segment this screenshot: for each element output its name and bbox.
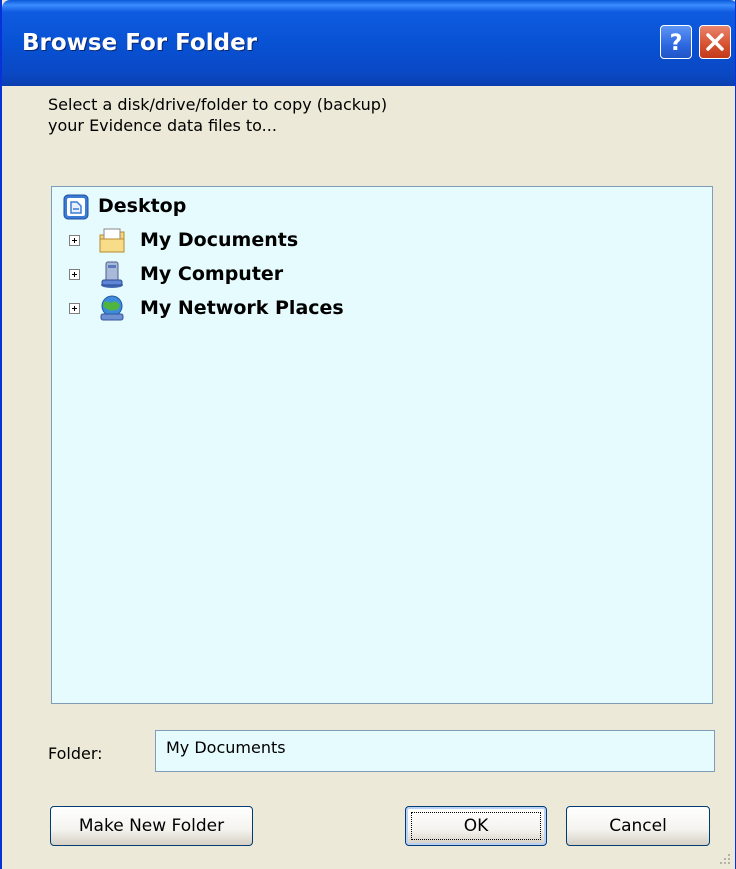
close-icon xyxy=(706,33,724,51)
cancel-label: Cancel xyxy=(609,816,667,836)
focus-ring xyxy=(411,812,541,840)
desktop-icon xyxy=(63,194,89,220)
close-button[interactable] xyxy=(699,25,731,59)
svg-text:?: ? xyxy=(670,31,683,56)
tree-item-my-network-places[interactable]: My Network Places xyxy=(52,293,412,323)
title-bar[interactable]: Browse For Folder ? xyxy=(2,0,735,86)
expand-icon[interactable] xyxy=(69,303,80,314)
question-mark-icon: ? xyxy=(670,31,683,56)
instruction-line-2: your Evidence data files to... xyxy=(48,116,277,135)
network-places-icon xyxy=(100,295,124,321)
folder-tree[interactable]: Desktop My Documents My Computer My Netw… xyxy=(51,186,713,704)
ok-button[interactable]: OK xyxy=(405,806,547,846)
my-documents-icon xyxy=(99,228,125,253)
instruction-line-1: Select a disk/drive/folder to copy (back… xyxy=(48,95,388,114)
tree-item-my-computer[interactable]: My Computer xyxy=(52,259,412,289)
folder-label: Folder: xyxy=(48,744,103,763)
make-new-folder-button[interactable]: Make New Folder xyxy=(50,806,253,846)
resize-grip-icon[interactable] xyxy=(717,851,731,865)
instruction-text: Select a disk/drive/folder to copy (back… xyxy=(48,94,387,136)
tree-item-desktop[interactable]: Desktop xyxy=(60,191,360,221)
folder-input[interactable]: My Documents xyxy=(155,730,715,772)
expand-icon[interactable] xyxy=(69,269,80,280)
tree-item-label: My Documents xyxy=(140,229,299,251)
tree-item-label: Desktop xyxy=(98,195,187,217)
expand-icon[interactable] xyxy=(69,235,80,246)
window-title: Browse For Folder xyxy=(22,30,258,56)
cancel-button[interactable]: Cancel xyxy=(566,806,710,846)
make-new-folder-label: Make New Folder xyxy=(78,816,225,836)
browse-for-folder-dialog: Browse For Folder ? Select a disk/drive/… xyxy=(0,0,736,869)
tree-item-label: My Network Places xyxy=(140,297,344,319)
tree-item-my-documents[interactable]: My Documents xyxy=(52,225,412,255)
help-button[interactable]: ? xyxy=(660,25,692,59)
tree-item-label: My Computer xyxy=(140,263,284,285)
my-computer-icon xyxy=(101,261,123,288)
